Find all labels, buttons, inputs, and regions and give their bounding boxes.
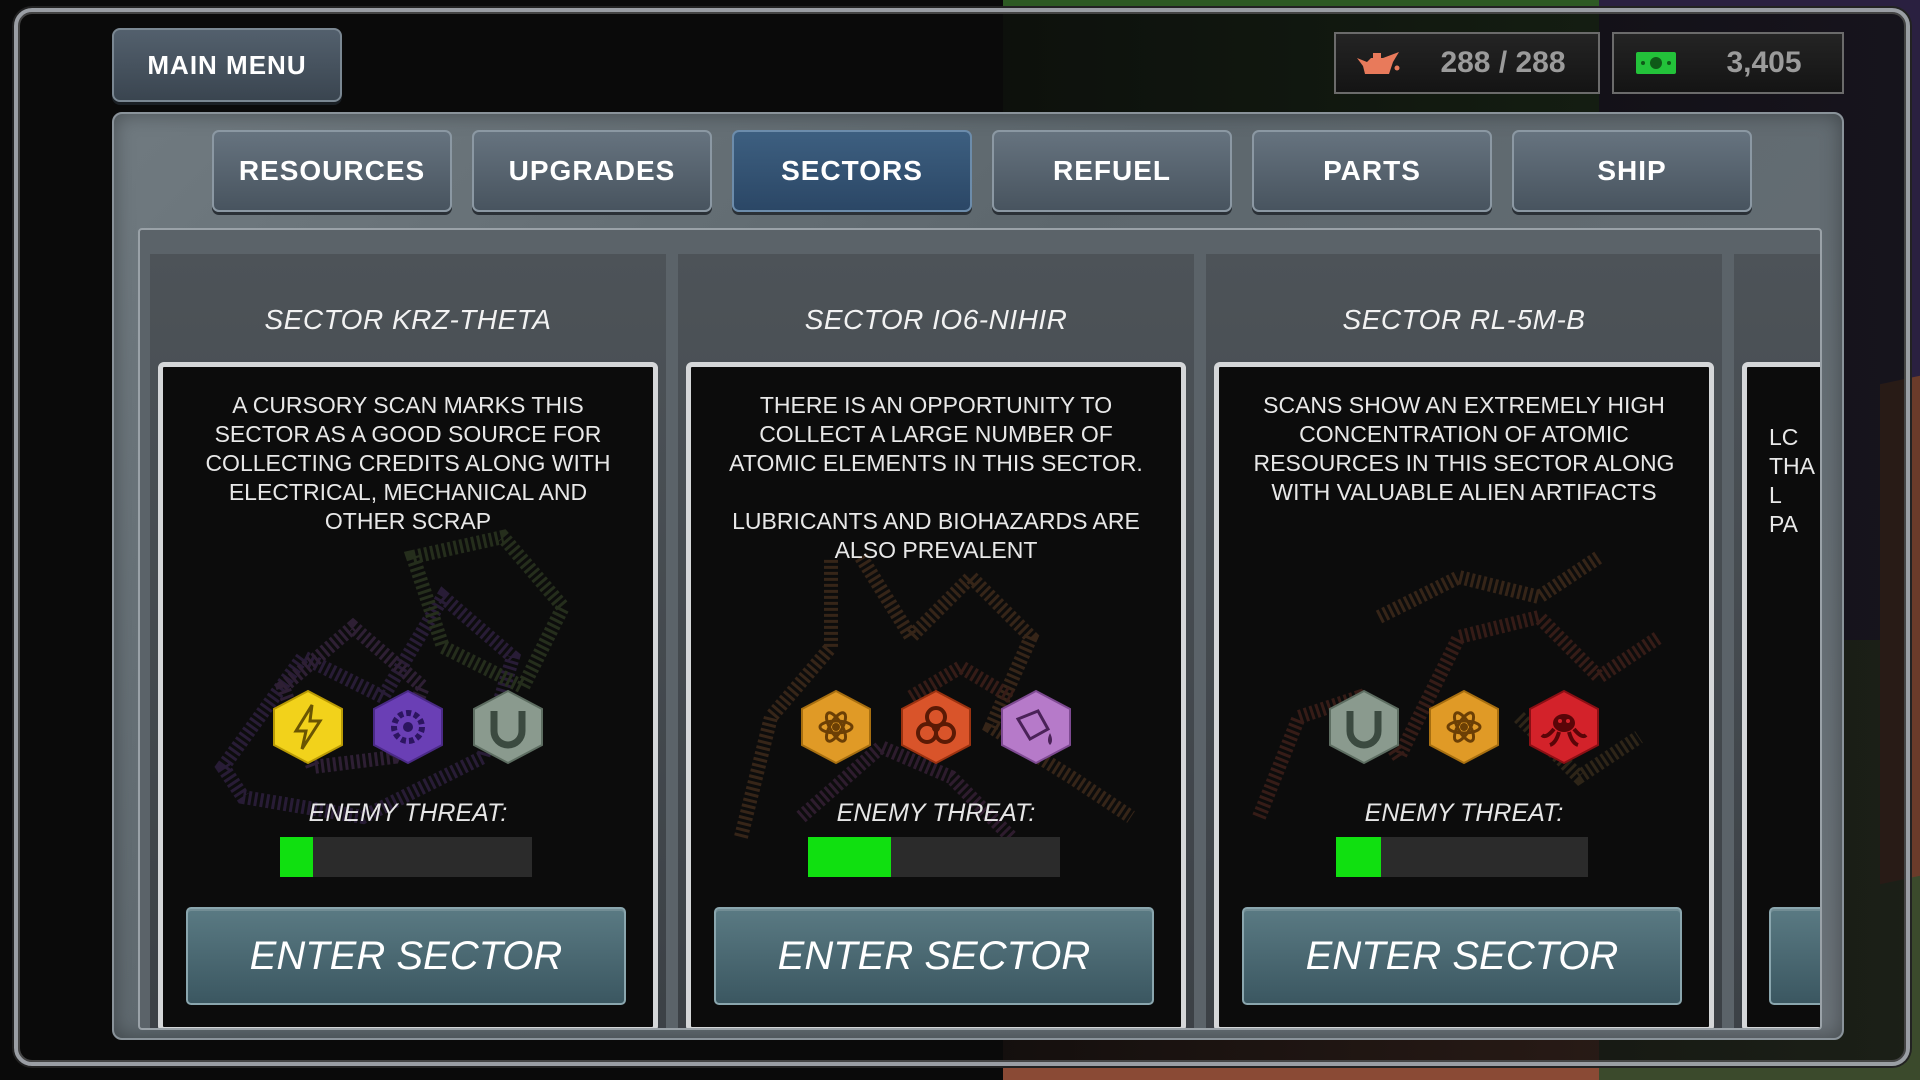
- sector-card: THERE IS AN OPPORTUNITY TO COLLECT A LAR…: [686, 362, 1186, 1028]
- cash-icon: [1626, 48, 1686, 78]
- enter-sector-button[interactable]: ENTER SECTOR: [714, 907, 1154, 1005]
- tab-sectors[interactable]: SECTORS: [732, 130, 972, 212]
- sector-description: A CURSORY SCAN MARKS THIS SECTOR AS A GO…: [205, 392, 611, 534]
- lightning-icon: [273, 689, 343, 765]
- resource-icons: [691, 689, 1181, 765]
- credits-counter: 3,405: [1612, 32, 1844, 94]
- atom-icon: [1429, 689, 1499, 765]
- main-menu-button[interactable]: MAIN MENU: [112, 28, 342, 102]
- sector-column: SECTOR RL-5M-B SCANS SHOW AN EXTREMELY H…: [1206, 254, 1722, 1028]
- atom-icon: [801, 689, 871, 765]
- sector-card-partial: LC THA L PA: [1742, 362, 1820, 1028]
- enemy-threat-bar: [1336, 837, 1588, 877]
- sector-card: A CURSORY SCAN MARKS THIS SECTOR AS A GO…: [158, 362, 658, 1028]
- sector-title: SECTOR KRZ-THETA: [264, 304, 552, 335]
- fuel-counter: 288 / 288: [1334, 32, 1600, 94]
- enemy-threat-fill: [1336, 837, 1382, 877]
- alien-icon: [1529, 689, 1599, 765]
- enemy-threat-label: ENEMY THREAT:: [836, 799, 1036, 827]
- tab-parts[interactable]: PARTS: [1252, 130, 1492, 212]
- sector-title: SECTOR IO6-NIHIR: [804, 304, 1068, 335]
- biohazard-icon: [901, 689, 971, 765]
- enter-sector-button-partial[interactable]: [1769, 907, 1820, 1005]
- tab-ship[interactable]: SHIP: [1512, 130, 1752, 212]
- resource-icons: [163, 689, 653, 765]
- sector-list[interactable]: SECTOR KRZ-THETA A CURSORY SCAN MARKS TH…: [138, 228, 1822, 1030]
- enter-sector-button[interactable]: ENTER SECTOR: [1242, 907, 1682, 1005]
- oil-drop-icon: [1001, 689, 1071, 765]
- enter-sector-button[interactable]: ENTER SECTOR: [186, 907, 626, 1005]
- sector-column-partial: LC THA L PA: [1734, 254, 1820, 1028]
- sector-column: SECTOR KRZ-THETA A CURSORY SCAN MARKS TH…: [150, 254, 666, 1028]
- sector-description: SCANS SHOW AN EXTREMELY HIGH CONCENTRATI…: [1253, 392, 1675, 505]
- enemy-threat-bar: [280, 837, 532, 877]
- tab-upgrades[interactable]: UPGRADES: [472, 130, 712, 212]
- sector-description: THERE IS AN OPPORTUNITY TO COLLECT A LAR…: [729, 392, 1143, 563]
- enemy-threat-fill: [280, 837, 313, 877]
- sector-card: SCANS SHOW AN EXTREMELY HIGH CONCENTRATI…: [1214, 362, 1714, 1028]
- enemy-threat-label: ENEMY THREAT:: [1364, 799, 1564, 827]
- tab-refuel[interactable]: REFUEL: [992, 130, 1232, 212]
- oil-can-icon: [1348, 48, 1408, 78]
- enemy-threat-label: ENEMY THREAT:: [308, 799, 508, 827]
- enemy-threat-fill: [808, 837, 892, 877]
- gear-icon: [373, 689, 443, 765]
- sector-description-partial: LC THA L PA: [1769, 424, 1815, 537]
- tab-bar: RESOURCES UPGRADES SECTORS REFUEL PARTS …: [212, 130, 1752, 212]
- credits-value: 3,405: [1726, 46, 1802, 79]
- magnet-icon: [473, 689, 543, 765]
- enemy-threat-bar: [808, 837, 1060, 877]
- magnet-icon: [1329, 689, 1399, 765]
- sector-title: SECTOR RL-5M-B: [1342, 304, 1586, 335]
- fuel-value: 288 / 288: [1440, 46, 1566, 79]
- sector-column: SECTOR IO6-NIHIR THERE IS AN OPPORTUNITY…: [678, 254, 1194, 1028]
- resource-icons: [1219, 689, 1709, 765]
- tab-resources[interactable]: RESOURCES: [212, 130, 452, 212]
